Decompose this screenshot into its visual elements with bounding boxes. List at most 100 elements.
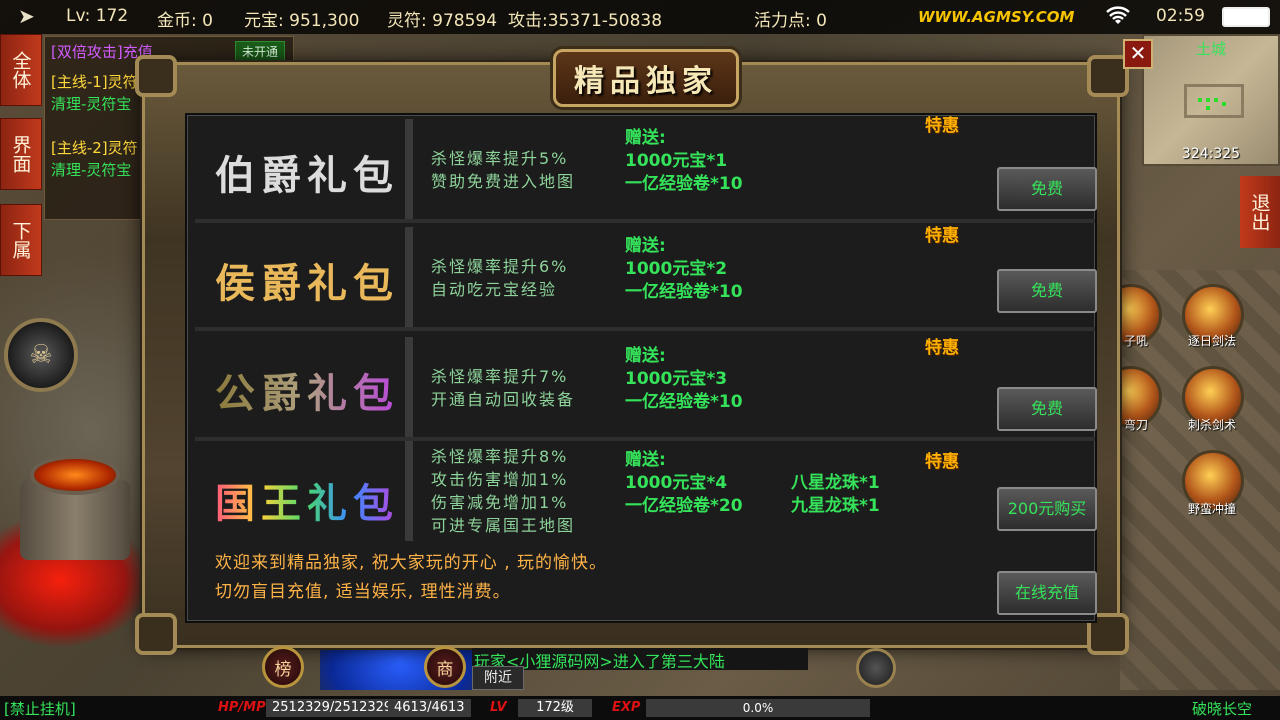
ranking-button[interactable]: 榜 — [262, 646, 304, 688]
tab-interface[interactable]: 界面 — [0, 118, 42, 190]
bottom-status-bar: [禁止挂机] HP/MP 2512329/2512329 4613/4613 L… — [0, 696, 1280, 720]
quest-main-1-detail[interactable]: 清理-灵符宝 — [51, 93, 131, 114]
package-list: 伯爵礼包 杀怪爆率提升5% 赞助免费进入地图 赠送: 1000元宝*1 一亿经验… — [185, 113, 1097, 623]
package-effects: 杀怪爆率提升6% 自动吃元宝经验 — [431, 255, 568, 301]
effect-line: 攻击伤害增加1% — [431, 470, 569, 489]
gift-line: 1000元宝*4 — [625, 473, 728, 493]
effect-line: 赞助免费进入地图 — [431, 172, 576, 191]
gift-line: 1000元宝*2 — [625, 259, 728, 279]
row-divider — [405, 119, 413, 219]
minimap-marker — [1222, 102, 1226, 106]
mp-value: 4613/4613 — [388, 699, 471, 717]
effect-line: 杀怪爆率提升6% — [431, 257, 569, 276]
exp-label: EXP — [612, 700, 641, 715]
effect-line: 伤害减免增加1% — [431, 493, 569, 512]
gift-line: 八星龙珠*1 — [791, 473, 880, 493]
attack-stat: 攻击:35371-50838 — [508, 11, 663, 31]
gold-stat: 金币: 0 — [157, 11, 213, 31]
level-value: 172级 — [518, 699, 592, 717]
exit-button[interactable]: 退出 — [1240, 176, 1280, 248]
package-gifts: 赠送: 1000元宝*1 一亿经验卷*10 — [625, 127, 743, 196]
quest-main-2-detail[interactable]: 清理-灵符宝 — [51, 159, 131, 180]
special-offer-badge: 特惠 — [925, 116, 959, 136]
skill-assassinate-label: 刺杀剑术 — [1188, 418, 1237, 432]
auto-hang-toggle[interactable]: [禁止挂机] — [4, 698, 76, 719]
special-offer-badge: 特惠 — [925, 452, 959, 472]
claim-free-button[interactable]: 免费 — [997, 269, 1097, 313]
quest-main-2[interactable]: [主线-2]灵符 — [51, 137, 138, 158]
status-bar: ➤ Lv: 172 金币: 0 元宝: 951,300 灵符: 978594 攻… — [0, 0, 1280, 34]
hp-value: 2512329/2512329 — [266, 699, 399, 717]
package-extra-gifts: 八星龙珠*1 九星龙珠*1 — [791, 472, 880, 518]
quest-status-badge: 未开通 — [235, 41, 286, 62]
gift-title: 赠送: — [625, 346, 666, 366]
gift-line: 一亿经验卷*10 — [625, 174, 743, 194]
minimap-marker — [1206, 98, 1210, 102]
package-effects: 杀怪爆率提升5% 赞助免费进入地图 — [431, 147, 575, 193]
close-button[interactable]: ✕ — [1123, 39, 1153, 69]
package-name: 伯爵礼包 — [215, 152, 399, 199]
claim-free-button[interactable]: 免费 — [997, 387, 1097, 431]
footer-line: 切勿盲目充值, 适当娱乐, 理性消费。 — [215, 582, 511, 602]
package-gifts: 赠送: 1000元宝*4 一亿经验卷*20 — [625, 449, 743, 518]
server-name: 破晓长空 — [1192, 700, 1253, 718]
quest-main-1[interactable]: [主线-1]灵符 — [51, 71, 138, 92]
package-row: 侯爵礼包 杀怪爆率提升6% 自动吃元宝经验 赠送: 1000元宝*2 一亿经验卷… — [195, 226, 1097, 331]
wifi-icon — [1106, 6, 1130, 24]
minimap-marker — [1214, 98, 1218, 102]
package-name: 国王礼包 — [215, 471, 395, 529]
dialog-footer-notice: 欢迎来到精品独家, 祝大家玩的开心 , 玩的愉快。 切勿盲目充值, 适当娱乐, … — [215, 549, 607, 607]
minimap[interactable]: 土城 324:325 — [1142, 34, 1280, 166]
effect-line: 开通自动回收装备 — [431, 390, 576, 409]
battery-icon — [1222, 7, 1270, 27]
effect-line: 可进专属国王地图 — [431, 516, 576, 535]
site-watermark: WWW.AGMSY.COM — [918, 8, 1075, 26]
package-gifts: 赠送: 1000元宝*3 一亿经验卷*10 — [625, 345, 743, 414]
footer-line: 欢迎来到精品独家, 祝大家玩的开心 , 玩的愉快。 — [215, 553, 608, 573]
gift-line: 1000元宝*3 — [625, 369, 728, 389]
special-offer-badge: 特惠 — [925, 338, 959, 358]
gift-line: 九星龙珠*1 — [791, 496, 880, 516]
skull-icon: ☠ — [29, 340, 53, 370]
dialog-title: 精品独家 — [553, 49, 739, 107]
gift-title: 赠送: — [625, 236, 666, 256]
map-name: 土城 — [1195, 40, 1226, 58]
tab-all[interactable]: 全体 — [0, 34, 42, 106]
skill-curved-blade-label: 弯刀 — [1124, 418, 1149, 432]
package-row: 国王礼包 杀怪爆率提升8% 攻击伤害增加1% 伤害减免增加1% 可进专属国王地图… — [195, 441, 1097, 541]
package-effects: 杀怪爆率提升8% 攻击伤害增加1% 伤害减免增加1% 可进专属国王地图 — [431, 445, 575, 537]
purchase-button[interactable]: 200元购买 — [997, 487, 1097, 531]
effect-line: 杀怪爆率提升7% — [431, 367, 569, 386]
exp-bar: 0.0% — [646, 699, 870, 717]
online-recharge-button[interactable]: 在线充值 — [997, 571, 1097, 615]
package-name: 公爵礼包 — [215, 361, 395, 419]
dialog-corner-ornament — [135, 55, 177, 97]
dialog-corner-ornament — [135, 613, 177, 655]
gift-title: 赠送: — [625, 128, 666, 148]
gift-line: 一亿经验卷*10 — [625, 282, 743, 302]
expand-arrow-icon[interactable]: ➤ — [18, 4, 44, 30]
row-divider — [405, 337, 413, 437]
package-effects: 杀怪爆率提升7% 开通自动回收装备 — [431, 365, 575, 411]
row-divider — [405, 441, 413, 541]
skill-roar-label: 子吼 — [1124, 334, 1149, 348]
skull-menu-button[interactable]: ☠ — [4, 318, 78, 392]
chat-bubble-icon[interactable] — [856, 648, 896, 688]
nearby-channel-button[interactable]: 附近 — [472, 666, 524, 690]
lv-label: LV — [490, 700, 507, 715]
shop-button[interactable]: 商 — [424, 646, 466, 688]
skill-charge-label: 野蛮冲撞 — [1188, 502, 1237, 516]
special-offer-badge: 特惠 — [925, 226, 959, 246]
hpmp-label: HP/MP — [218, 700, 266, 715]
claim-free-button[interactable]: 免费 — [997, 167, 1097, 211]
clock: 02:59 — [1156, 6, 1205, 26]
row-divider — [405, 227, 413, 327]
tab-subordinates[interactable]: 下属 — [0, 204, 42, 276]
gift-line: 1000元宝*1 — [625, 151, 728, 171]
package-gifts: 赠送: 1000元宝*2 一亿经验卷*10 — [625, 235, 743, 304]
effect-line: 自动吃元宝经验 — [431, 280, 558, 299]
effect-line: 杀怪爆率提升8% — [431, 447, 569, 466]
package-row: 伯爵礼包 杀怪爆率提升5% 赞助免费进入地图 赠送: 1000元宝*1 一亿经验… — [195, 116, 1097, 223]
package-name: 侯爵礼包 — [215, 260, 399, 307]
yuanbao-stat: 元宝: 951,300 — [244, 11, 360, 31]
